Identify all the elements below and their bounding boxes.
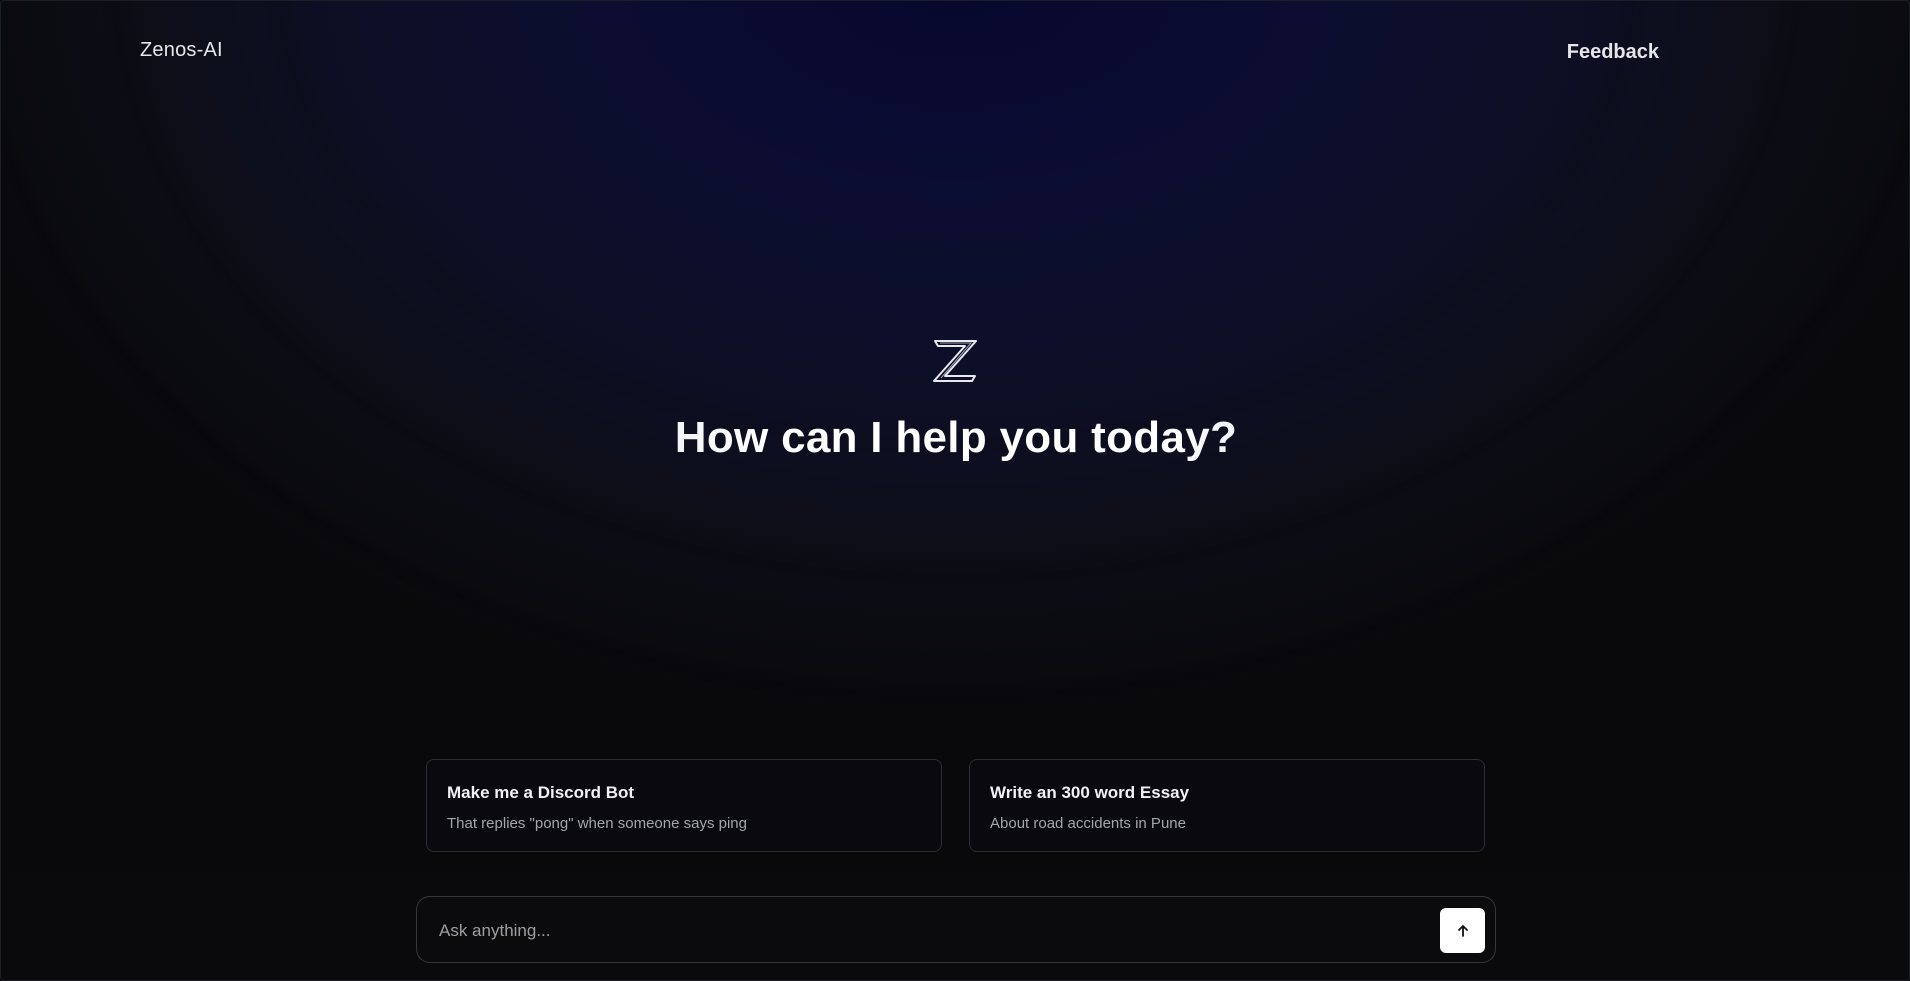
page-headline: How can I help you today? bbox=[1, 413, 1909, 463]
chat-input[interactable] bbox=[437, 897, 1421, 964]
suggestion-card-essay[interactable]: Write an 300 word Essay About road accid… bbox=[969, 759, 1485, 852]
app-window: Zenos-AI Feedback How can I help you tod… bbox=[0, 0, 1910, 981]
suggestion-title: Make me a Discord Bot bbox=[447, 783, 635, 802]
chat-composer bbox=[416, 896, 1496, 964]
brand-name[interactable]: Zenos-AI bbox=[140, 39, 223, 62]
suggestion-title: Write an 300 word Essay bbox=[990, 783, 1190, 802]
suggestion-subtitle: About road accidents in Pune bbox=[990, 815, 1186, 832]
zenos-logo-icon bbox=[933, 340, 977, 382]
feedback-link[interactable]: Feedback bbox=[1567, 41, 1659, 64]
arrow-up-icon bbox=[1457, 924, 1468, 937]
send-button[interactable] bbox=[1440, 908, 1485, 953]
background-rings bbox=[1, 1, 1909, 980]
suggestion-card-discord-bot[interactable]: Make me a Discord Bot That replies "pong… bbox=[426, 759, 942, 852]
suggestion-subtitle: That replies "pong" when someone says pi… bbox=[447, 815, 747, 832]
